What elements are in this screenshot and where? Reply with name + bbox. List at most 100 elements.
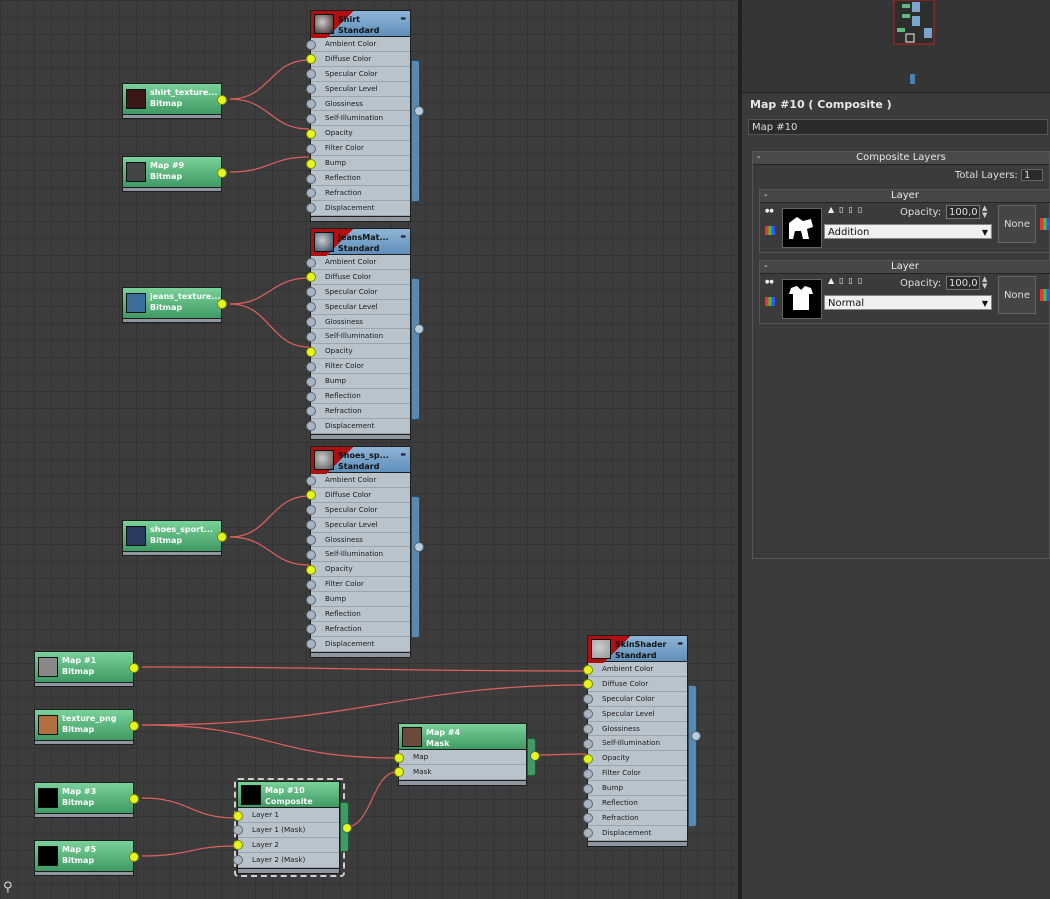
collapse-icon[interactable]: - — [764, 190, 768, 202]
material-node-skin[interactable]: SkinShader Standard ▬ Ambient Color Diffuse … — [583, 635, 688, 847]
total-layers-input[interactable]: 1 — [1021, 169, 1043, 181]
node-header[interactable]: Map #10 Composite — [237, 781, 340, 808]
input-socket[interactable] — [306, 113, 316, 124]
output-socket[interactable] — [342, 823, 352, 833]
node-header[interactable]: shirt_texture... Bitmap — [122, 83, 222, 115]
node-header[interactable]: Map #5 Bitmap — [34, 840, 134, 872]
minimize-icon[interactable]: ▬ — [400, 15, 406, 22]
output-socket[interactable] — [217, 168, 227, 178]
slot-layer-2-mask-[interactable]: Layer 2 (Mask) — [233, 853, 339, 868]
slot-specular-color[interactable]: Specular Color — [306, 503, 410, 518]
output-socket[interactable] — [217, 299, 227, 309]
slot-reflection[interactable]: Reflection — [306, 171, 410, 186]
slot-opacity[interactable]: Opacity — [306, 344, 410, 360]
visibility-icon[interactable]: ●● — [765, 208, 774, 214]
output-socket[interactable] — [217, 95, 227, 105]
output-socket[interactable] — [129, 794, 139, 804]
slot-glossiness[interactable]: Glossiness — [306, 533, 410, 548]
slot-diffuse-color[interactable]: Diffuse Color — [583, 677, 687, 692]
slot-self-illumination[interactable]: Self-Illumination — [583, 736, 687, 752]
slot-glossiness[interactable]: Glossiness — [306, 97, 410, 112]
input-socket[interactable] — [583, 694, 593, 705]
slot-opacity[interactable]: Opacity — [306, 126, 410, 142]
map-node-jeans_tex[interactable]: jeans_texture... Bitmap — [122, 287, 227, 323]
input-socket[interactable] — [306, 594, 316, 605]
input-socket[interactable] — [583, 664, 593, 675]
minimize-icon[interactable]: ▬ — [400, 451, 406, 458]
output-socket[interactable] — [530, 751, 540, 761]
slot-filter-color[interactable]: Filter Color — [583, 766, 687, 782]
node-editor-canvas[interactable]: Shirt Standard ▬ Ambient Color Diffuse Color… — [0, 0, 738, 899]
node-header[interactable]: jeans_texture... Bitmap — [122, 287, 222, 319]
layer-header[interactable]: - Layer — [760, 190, 1050, 203]
slot-displacement[interactable]: Displacement — [306, 201, 410, 216]
slot-specular-level[interactable]: Specular Level — [306, 300, 410, 315]
input-socket[interactable] — [306, 173, 316, 184]
slot-glossiness[interactable]: Glossiness — [583, 722, 687, 737]
collapse-icon[interactable]: - — [757, 152, 761, 164]
minimize-icon[interactable]: ▬ — [400, 233, 406, 240]
input-socket[interactable] — [306, 475, 316, 486]
slot-specular-color[interactable]: Specular Color — [306, 285, 410, 300]
input-socket[interactable] — [583, 783, 593, 794]
slot-refraction[interactable]: Refraction — [306, 404, 410, 419]
opacity-input[interactable]: 100,0 — [946, 205, 980, 219]
input-socket[interactable] — [233, 810, 243, 821]
slot-specular-color[interactable]: Specular Color — [583, 692, 687, 707]
node-header[interactable]: JeansMat... Standard ▬ — [310, 228, 411, 256]
node-header[interactable]: Map #4 Mask — [398, 723, 527, 750]
input-socket[interactable] — [306, 391, 316, 402]
slot-filter-color[interactable]: Filter Color — [306, 577, 410, 593]
input-socket[interactable] — [306, 520, 316, 531]
input-socket[interactable] — [233, 825, 243, 836]
slot-opacity[interactable]: Opacity — [306, 562, 410, 578]
layer-thumbnail[interactable] — [782, 208, 822, 248]
input-socket[interactable] — [306, 376, 316, 387]
input-socket[interactable] — [306, 188, 316, 199]
input-socket[interactable] — [306, 421, 316, 432]
input-socket[interactable] — [306, 331, 316, 342]
map-node-texture_png[interactable]: texture_png Bitmap — [34, 709, 139, 745]
slot-diffuse-color[interactable]: Diffuse Color — [306, 52, 410, 67]
slot-ambient-color[interactable]: Ambient Color — [583, 662, 687, 677]
node-header[interactable]: Map #3 Bitmap — [34, 782, 134, 814]
opacity-spinner[interactable]: ▲ ▼ — [982, 276, 987, 290]
input-socket[interactable] — [306, 609, 316, 620]
slot-specular-level[interactable]: Specular Level — [306, 518, 410, 533]
slot-displacement[interactable]: Displacement — [306, 419, 410, 434]
mask-node[interactable]: Map #4 Mask Map Mask — [394, 723, 527, 786]
map-node-map1[interactable]: Map #1 Bitmap — [34, 651, 139, 687]
input-socket[interactable] — [394, 767, 404, 778]
opacity-input[interactable]: 100,0 — [946, 276, 980, 290]
node-header[interactable]: shoes_sport... Bitmap — [122, 520, 222, 552]
slot-reflection[interactable]: Reflection — [306, 389, 410, 404]
slot-bump[interactable]: Bump — [583, 781, 687, 797]
slot-specular-color[interactable]: Specular Color — [306, 67, 410, 82]
map-node-map9[interactable]: Map #9 Bitmap — [122, 156, 227, 192]
node-header[interactable]: Map #9 Bitmap — [122, 156, 222, 188]
composite-node[interactable]: Map #10 Composite Layer 1 Layer 1 (Mask) Lay… — [233, 781, 340, 874]
input-socket[interactable] — [306, 287, 316, 298]
input-socket[interactable] — [394, 752, 404, 763]
input-socket[interactable] — [306, 490, 316, 501]
slot-refraction[interactable]: Refraction — [583, 811, 687, 826]
material-node-shirt[interactable]: Shirt Standard ▬ Ambient Color Diffuse Color… — [306, 10, 411, 222]
slot-bump[interactable]: Bump — [306, 156, 410, 172]
slot-ambient-color[interactable]: Ambient Color — [306, 255, 410, 270]
input-socket[interactable] — [306, 346, 316, 357]
input-socket[interactable] — [306, 203, 316, 214]
input-socket[interactable] — [306, 564, 316, 575]
slot-diffuse-color[interactable]: Diffuse Color — [306, 270, 410, 285]
blend-mode-select[interactable]: Addition ▼ — [824, 224, 992, 239]
slot-reflection[interactable]: Reflection — [583, 796, 687, 811]
slot-self-illumination[interactable]: Self-Illumination — [306, 111, 410, 127]
output-socket[interactable] — [414, 324, 424, 334]
input-socket[interactable] — [306, 84, 316, 95]
collapse-icon[interactable]: - — [764, 261, 768, 273]
input-socket[interactable] — [583, 768, 593, 779]
input-socket[interactable] — [583, 828, 593, 839]
opacity-spinner[interactable]: ▲ ▼ — [982, 205, 987, 219]
input-socket[interactable] — [233, 840, 243, 851]
slot-filter-color[interactable]: Filter Color — [306, 141, 410, 157]
input-socket[interactable] — [306, 549, 316, 560]
